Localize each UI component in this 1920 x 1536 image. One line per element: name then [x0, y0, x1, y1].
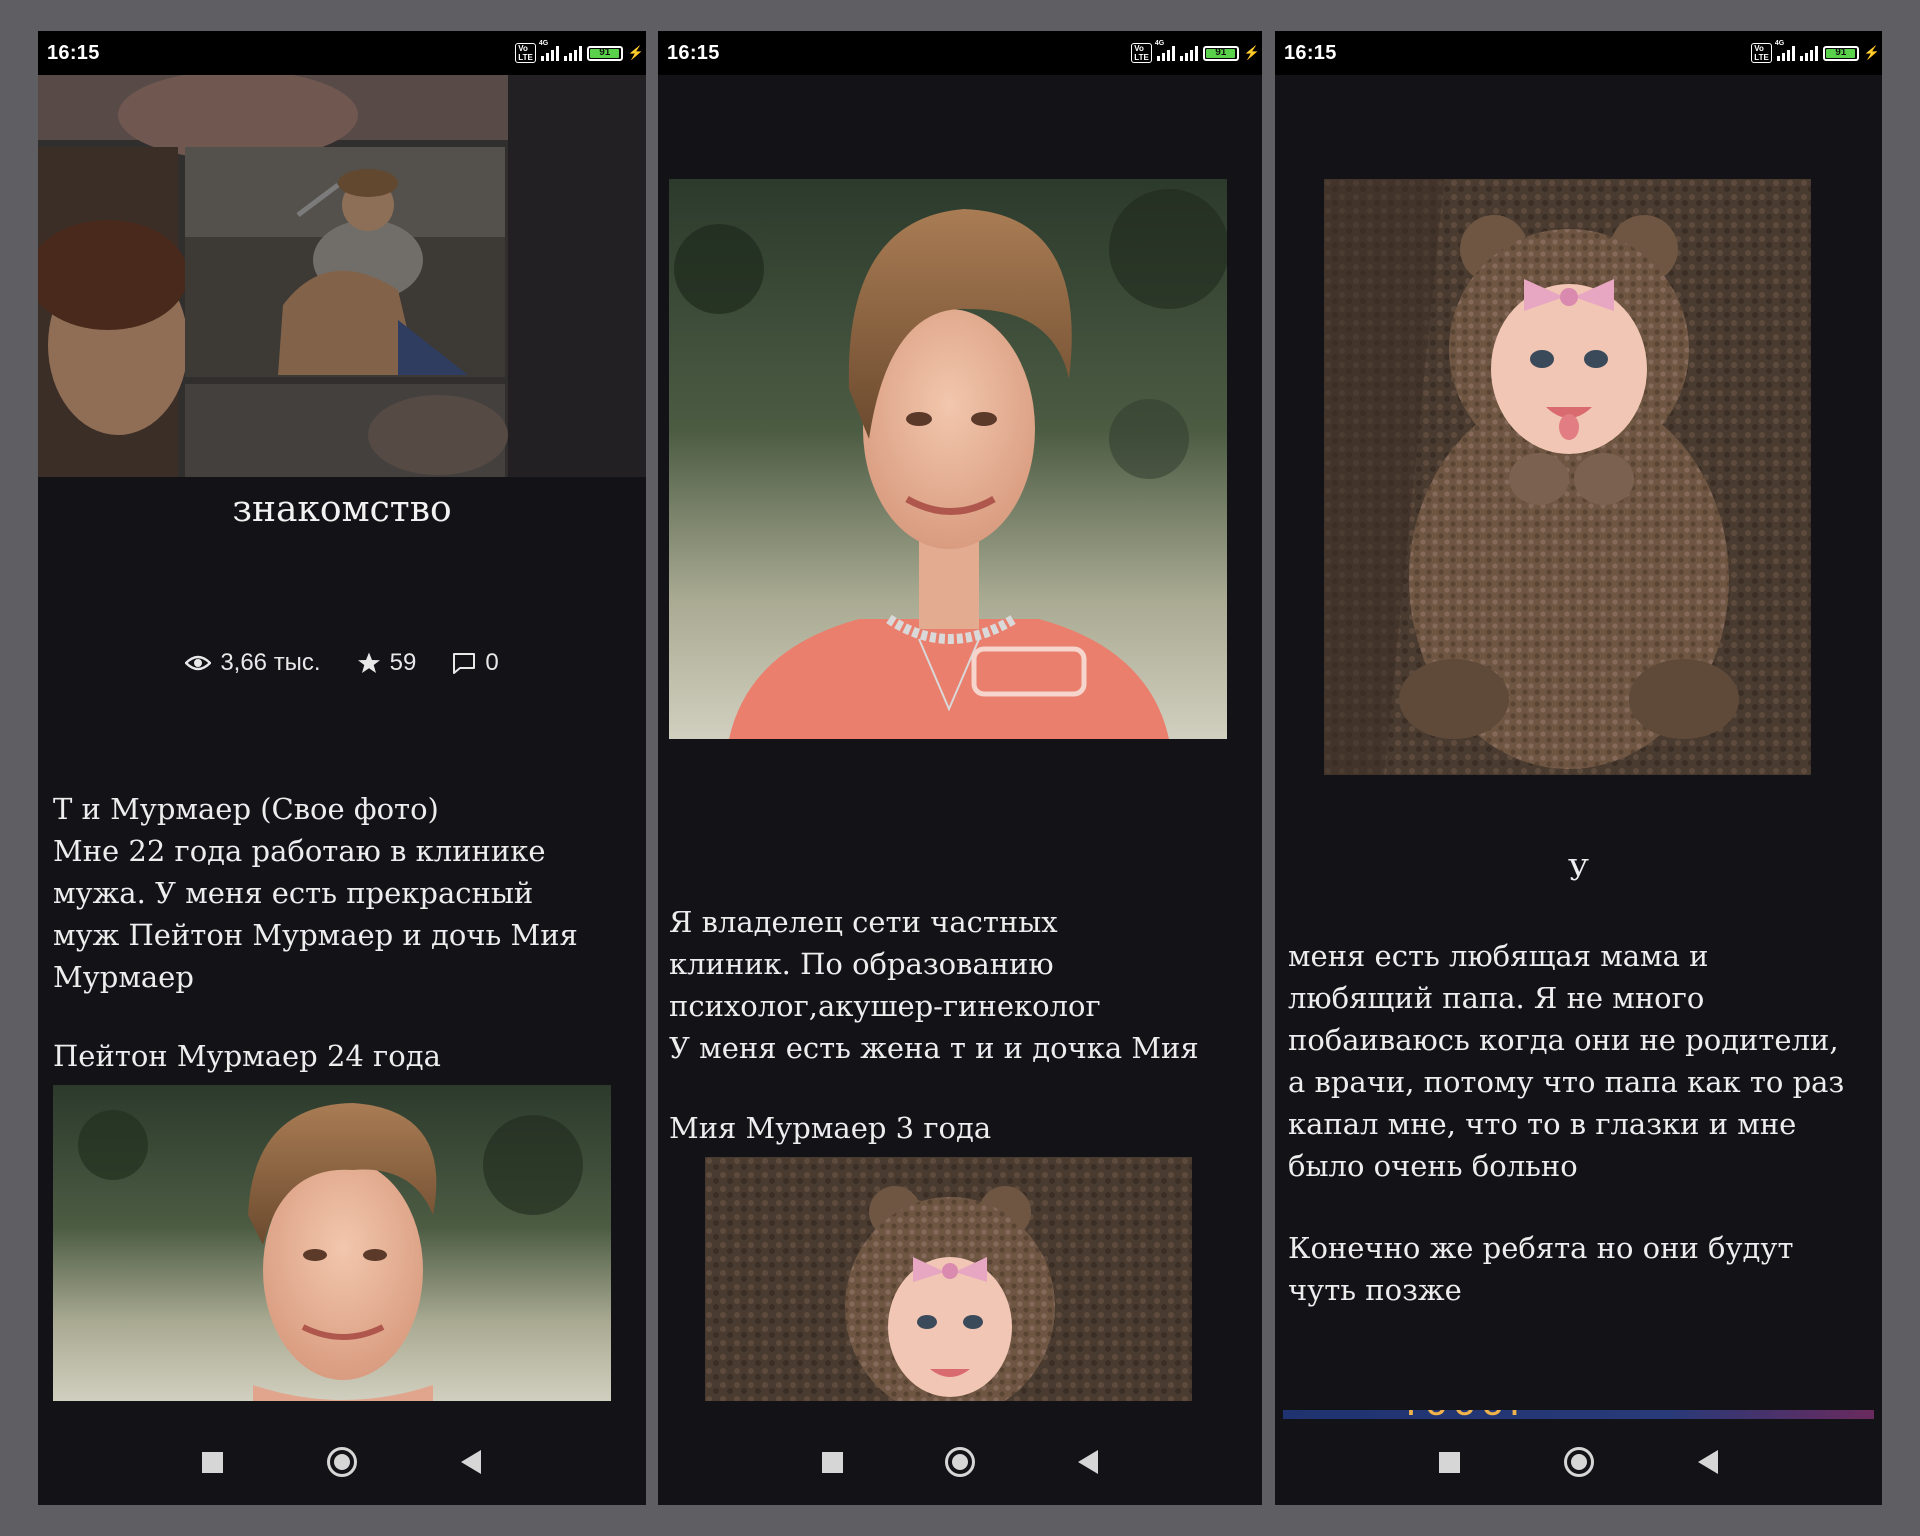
signal-4g-icon: 4G: [1775, 40, 1795, 61]
eye-icon: [185, 655, 212, 671]
home-button[interactable]: [1559, 1442, 1599, 1482]
screen2-paragraph-2: Мия Мурмаер 3 года: [669, 1111, 992, 1145]
charging-icon: ⚡: [1243, 45, 1260, 60]
charging-icon: ⚡: [627, 45, 644, 60]
recent-apps-icon: [1439, 1451, 1460, 1473]
signal-4g-icon: 4G: [539, 40, 559, 61]
status-bar: 16:15 Vo LTE 4G 91 ⚡: [38, 31, 646, 75]
screen2-paragraph-1: Я владелец сети частных клиник. По образ…: [669, 905, 1199, 1065]
recent-apps-button[interactable]: [812, 1442, 852, 1482]
status-time: 16:15: [667, 42, 720, 64]
stars-stat[interactable]: 59: [357, 649, 417, 677]
status-time: 16:15: [47, 42, 100, 64]
home-button[interactable]: [940, 1442, 980, 1482]
screen3-paragraph-1: меня есть любящая мама и любящий папа. Я…: [1288, 939, 1845, 1183]
status-bar: 16:15 Vo LTE 4G 91 ⚡: [1275, 31, 1882, 75]
status-time: 16:15: [1284, 42, 1337, 64]
phone-screen-3: 16:15 Vo LTE 4G 91 ⚡ У меня есть любящая…: [1275, 31, 1882, 1505]
nav-bar: [1275, 1419, 1882, 1505]
back-button[interactable]: [451, 1442, 491, 1482]
cover-collage: [38, 75, 646, 477]
views-stat: 3,66 тыс.: [185, 649, 321, 677]
recent-apps-icon: [202, 1451, 224, 1473]
views-count: 3,66 тыс.: [220, 649, 321, 676]
back-button[interactable]: [1068, 1442, 1108, 1482]
phone-screen-1: 16:15 Vo LTE 4G 91 ⚡ знакомство 3,66 тыс…: [38, 31, 646, 1505]
home-icon: [1563, 1447, 1594, 1477]
home-icon: [326, 1447, 357, 1477]
signal-icon: [563, 45, 582, 61]
status-bar: 16:15 Vo LTE 4G 91 ⚡: [658, 31, 1262, 75]
screen3-paragraph-2: Конечно же ребята но они будут чуть позж…: [1288, 1231, 1794, 1307]
stars-count: 59: [389, 649, 417, 676]
story-stats: 3,66 тыс. 59 0: [38, 649, 646, 677]
back-icon: [1078, 1450, 1098, 1474]
nav-bar: [658, 1419, 1262, 1505]
screen1-paragraph-2: Пейтон Мурмаер 24 года: [53, 1039, 441, 1073]
story-title: знакомство: [232, 489, 452, 530]
charging-icon: ⚡: [1863, 45, 1880, 60]
back-button[interactable]: [1688, 1442, 1728, 1482]
photo-peyton: [669, 179, 1227, 739]
battery-icon: 91: [1202, 45, 1239, 61]
back-icon: [461, 1450, 482, 1474]
star-icon: [357, 652, 380, 673]
photo-mia: [1324, 179, 1811, 775]
volte-icon: Vo LTE: [515, 43, 536, 63]
battery-icon: 91: [586, 45, 623, 61]
recent-apps-icon: [821, 1451, 843, 1473]
nav-bar: [38, 1419, 646, 1505]
status-icons: Vo LTE 4G 91 ⚡: [1751, 40, 1882, 63]
comment-icon: [453, 653, 476, 674]
screen1-paragraph-1: Т и Мурмаер (Свое фото) Мне 22 года рабо…: [53, 792, 578, 994]
recent-apps-button[interactable]: [193, 1442, 233, 1482]
battery-icon: 91: [1822, 45, 1859, 61]
home-icon: [945, 1447, 975, 1477]
phone-screen-2: 16:15 Vo LTE 4G 91 ⚡ Я владелец сети час…: [658, 31, 1262, 1505]
comments-count: 0: [485, 649, 499, 676]
signal-icon: [1179, 45, 1198, 61]
recent-apps-button[interactable]: [1430, 1442, 1470, 1482]
ad-banner-partial-text: ТОООР: [1403, 1410, 1536, 1419]
home-button[interactable]: [322, 1442, 362, 1482]
back-icon: [1697, 1450, 1718, 1474]
status-icons: Vo LTE 4G 91 ⚡: [1131, 40, 1262, 63]
status-icons: Vo LTE 4G 91 ⚡: [515, 40, 646, 63]
volte-icon: Vo LTE: [1131, 43, 1152, 63]
photo-peyton-preview: [53, 1085, 611, 1401]
screen3-heading-letter: У: [1568, 853, 1589, 887]
signal-icon: [1799, 45, 1818, 61]
photo-mia-preview: [705, 1157, 1192, 1401]
comments-stat[interactable]: 0: [452, 649, 499, 677]
ad-banner[interactable]: ТОООР: [1283, 1410, 1874, 1419]
signal-4g-icon: 4G: [1155, 40, 1175, 61]
volte-icon: Vo LTE: [1751, 43, 1772, 63]
